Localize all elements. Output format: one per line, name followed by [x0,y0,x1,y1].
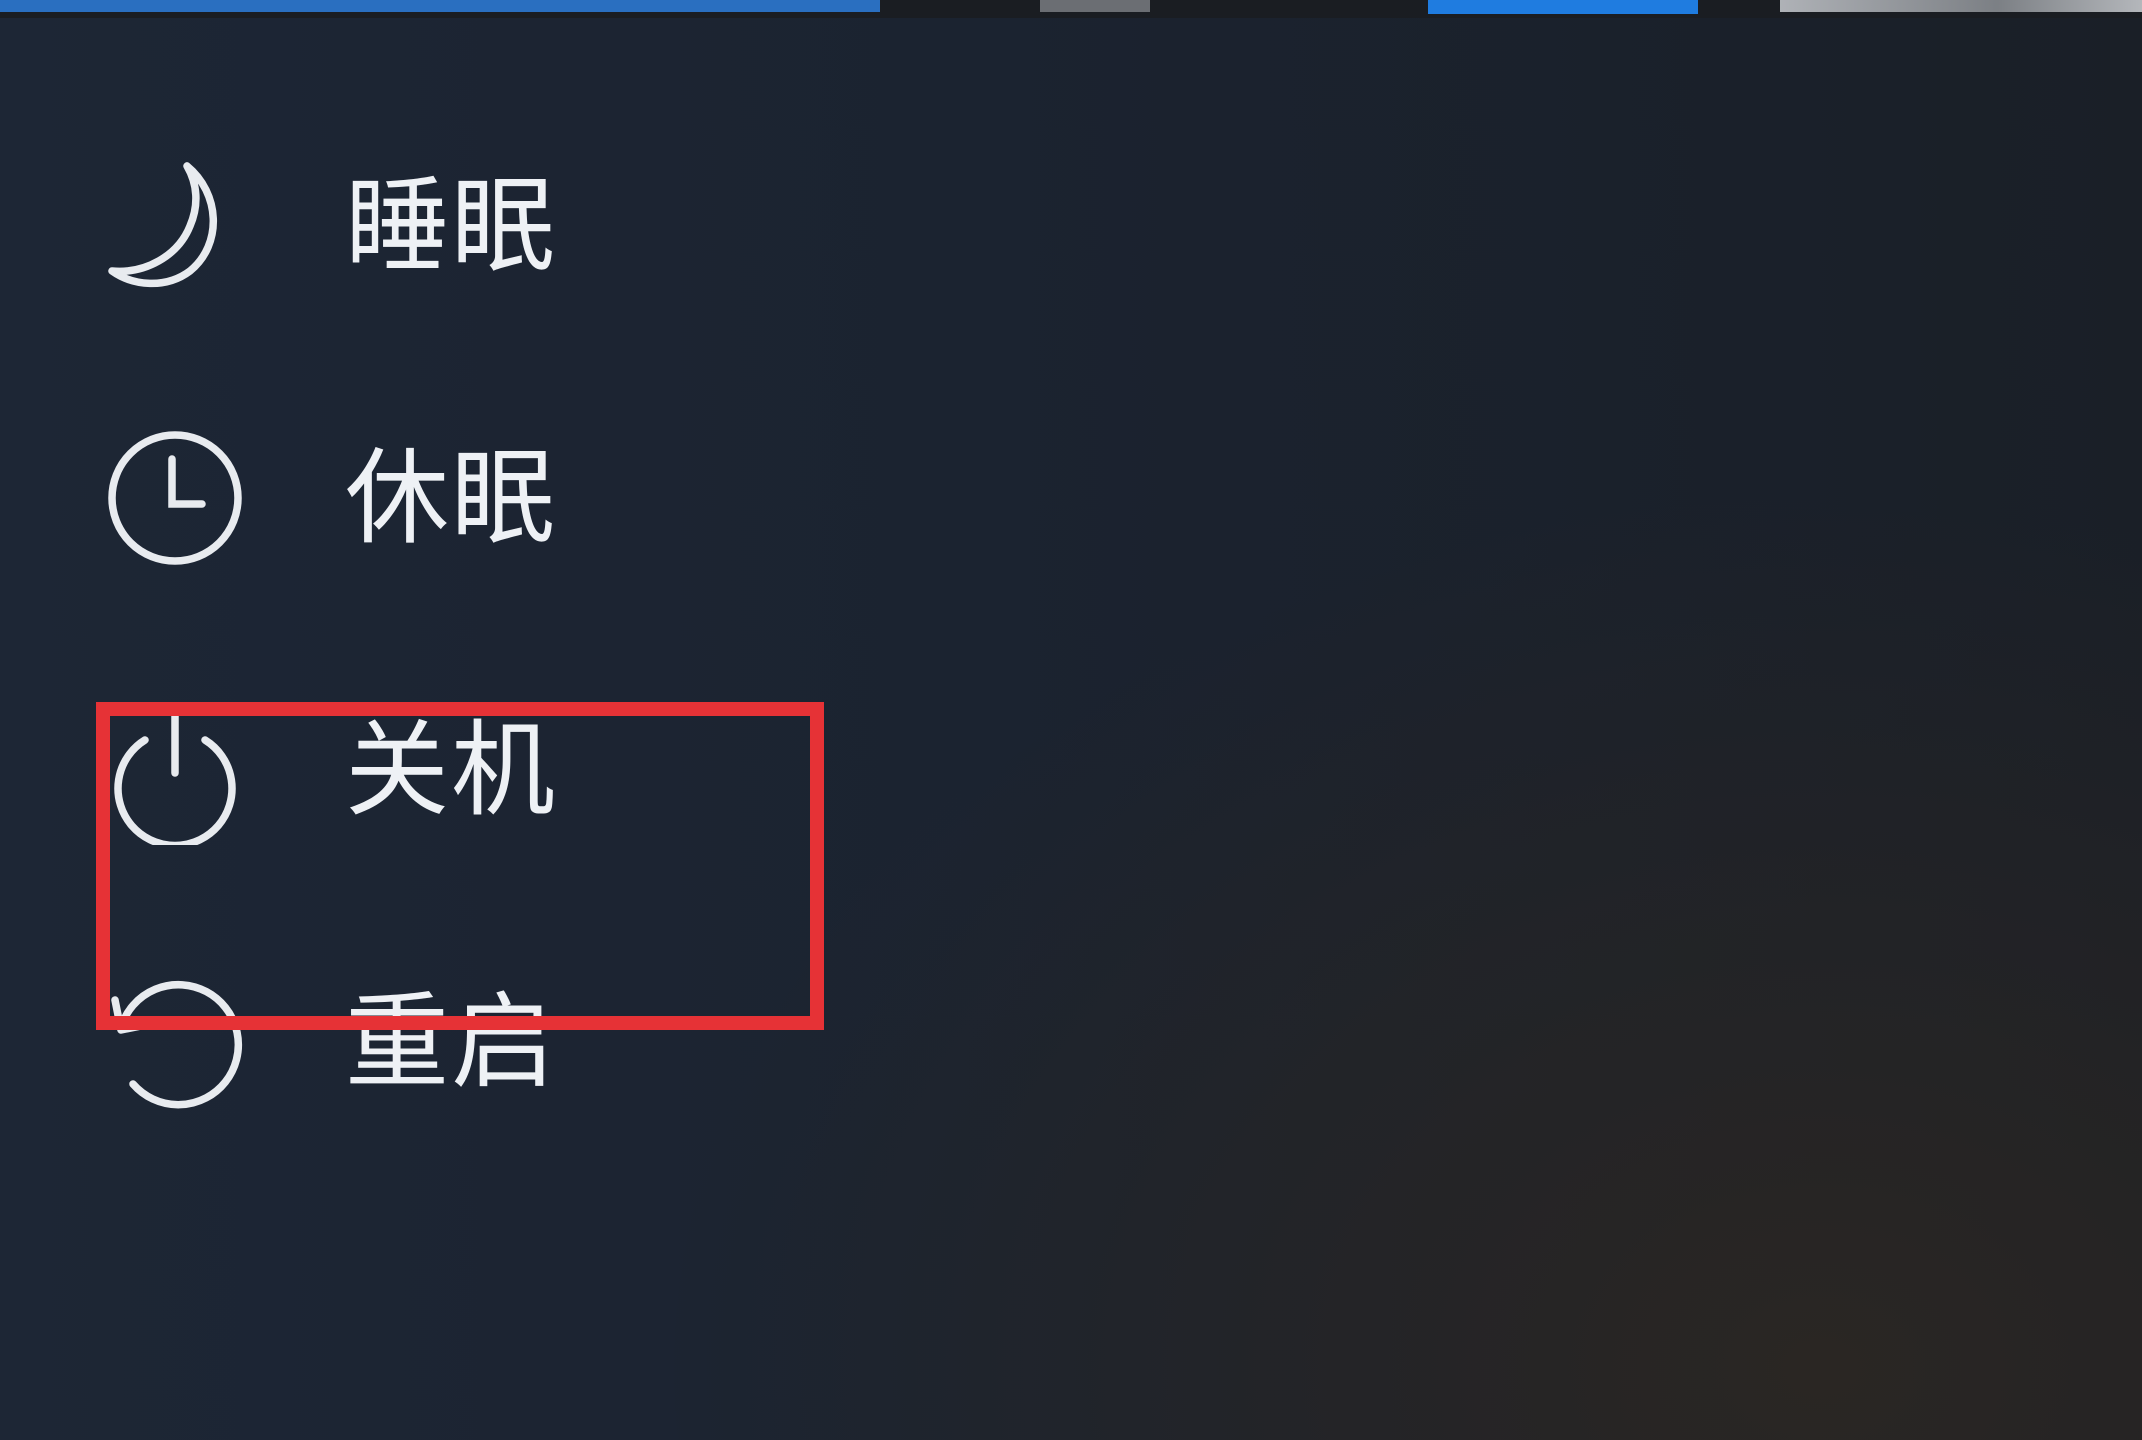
desktop-background: 睡眠 休眠 关机 重启 [0,0,2142,1440]
power-menu-label-sleep: 睡眠 [345,165,558,287]
power-menu-label-hibernate: 休眠 [345,437,558,559]
power-icon [100,695,250,845]
moon-icon [100,151,250,301]
top-strip-blue-segment [0,0,880,12]
power-menu-item-sleep[interactable]: 睡眠 [0,90,900,362]
power-menu-item-shutdown[interactable]: 关机 [0,634,900,906]
power-menu-label-shutdown: 关机 [345,709,558,831]
top-strip-gray-segment [1040,0,1150,12]
power-menu-item-restart[interactable]: 重启 [0,906,900,1178]
power-menu-item-hibernate[interactable]: 休眠 [0,362,900,634]
restart-icon [100,967,250,1117]
clock-icon [100,423,250,573]
top-strip-highlight-segment [1428,0,1698,14]
power-menu-label-restart: 重启 [345,981,558,1103]
top-strip-text-segment [1780,0,2142,12]
top-edge-strip [0,0,2142,18]
power-menu: 睡眠 休眠 关机 重启 [0,90,900,1178]
